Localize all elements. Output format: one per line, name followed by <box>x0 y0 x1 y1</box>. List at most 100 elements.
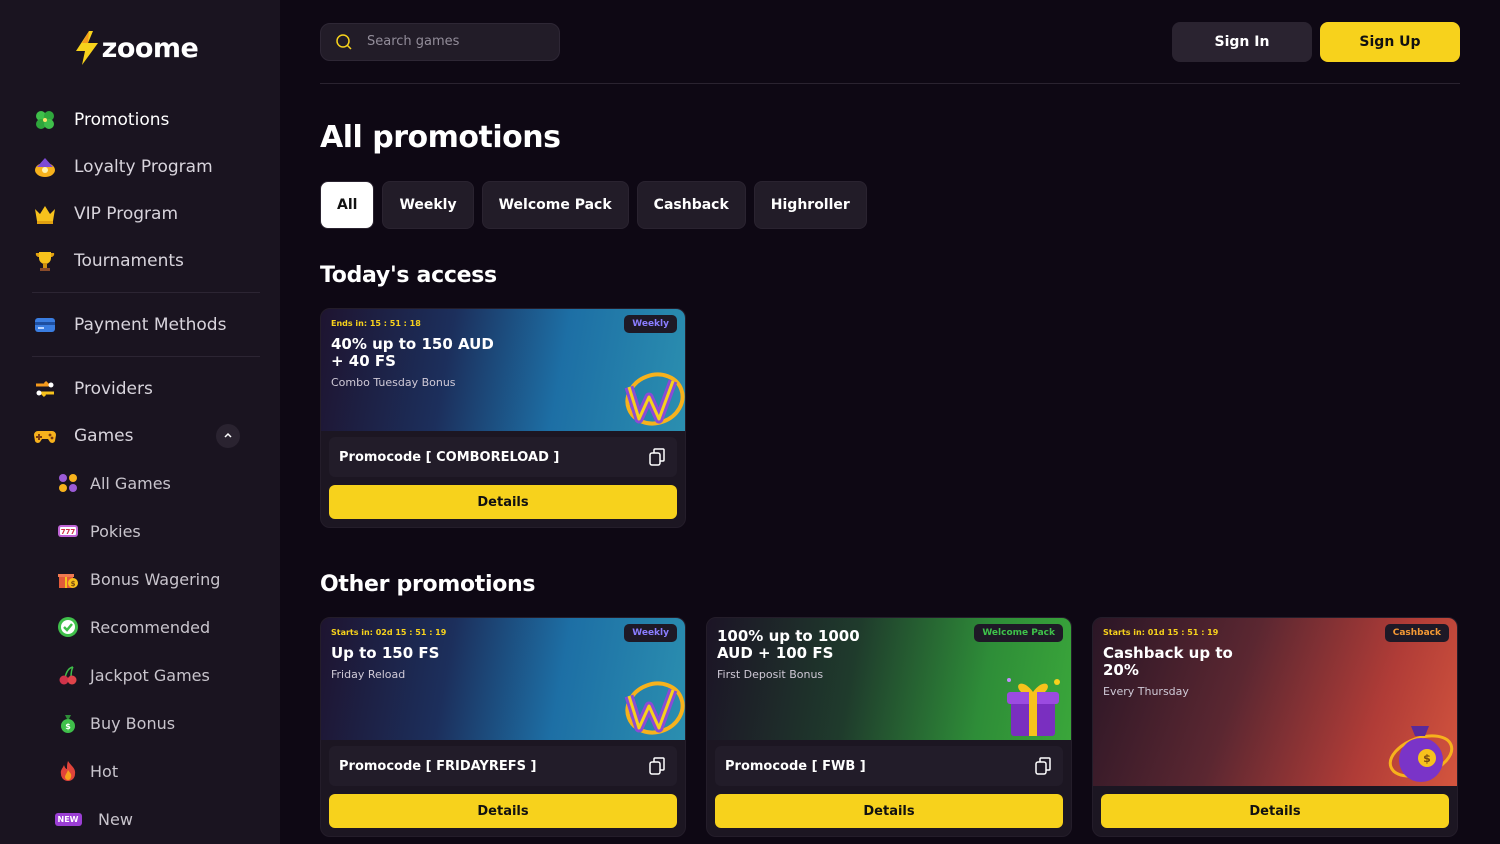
copy-icon[interactable] <box>647 756 667 776</box>
promocode-row[interactable]: Promocode [ FRIDAYREFS ] <box>329 746 677 786</box>
logo[interactable]: zoome <box>32 28 260 68</box>
sidebar: zoome Promotions Loyalty Program VIP Pro… <box>0 0 280 844</box>
sub-label: Hot <box>90 761 119 781</box>
filter-cashback[interactable]: Cashback <box>636 181 746 229</box>
nav-label: VIP Program <box>74 203 179 224</box>
details-button[interactable]: Details <box>329 485 677 519</box>
grid-icon <box>56 471 80 495</box>
copy-icon[interactable] <box>1033 756 1053 776</box>
new-badge: NEW <box>54 812 82 826</box>
nav-label: Promotions <box>74 109 170 130</box>
w-logo-icon <box>624 372 685 426</box>
nav-label: Loyalty Program <box>74 156 213 177</box>
promo-banner: Starts in: 01d 15 : 51 : 19 Cashback Cas… <box>1093 618 1457 786</box>
crown-icon <box>32 201 58 227</box>
details-button[interactable]: Details <box>715 794 1063 828</box>
today-section-title: Today's access <box>320 263 497 288</box>
filter-highroller[interactable]: Highroller <box>753 181 867 229</box>
sub-bonus-wagering[interactable]: $ Bonus Wagering <box>32 555 260 603</box>
svg-text:777: 777 <box>61 528 76 536</box>
auth-buttons: Sign In Sign Up <box>1172 21 1460 62</box>
category-badge: Weekly <box>624 624 677 642</box>
nav-label: Tournaments <box>74 250 184 271</box>
main-content: Sign In Sign Up All promotions All Weekl… <box>280 0 1500 844</box>
logo-text: zoome <box>101 32 199 64</box>
promocode-text: Promocode [ COMBORELOAD ] <box>339 449 560 465</box>
promo-card: Starts in: 02d 15 : 51 : 19 Weekly Up to… <box>320 617 686 837</box>
sub-label: All Games <box>90 473 171 493</box>
promo-title: Up to 150 FS <box>331 644 440 662</box>
details-button[interactable]: Details <box>1101 794 1449 828</box>
sub-label: Recommended <box>90 617 211 637</box>
search-box[interactable] <box>320 22 560 61</box>
slot-icon: 777 <box>56 519 80 543</box>
promocode-row[interactable]: Promocode [ COMBORELOAD ] <box>329 437 677 477</box>
nav-loyalty-program[interactable]: Loyalty Program <box>32 143 260 190</box>
check-icon <box>56 615 80 639</box>
nav-providers[interactable]: Providers <box>32 365 260 412</box>
filter-tabs: All Weekly Welcome Pack Cashback Highrol… <box>320 181 1460 229</box>
clover-icon <box>32 107 58 133</box>
category-badge: Welcome Pack <box>974 624 1063 642</box>
today-cards: Ends in: 15 : 51 : 18 Weekly 40% up to 1… <box>320 308 1460 528</box>
sub-all-games[interactable]: All Games <box>32 459 260 507</box>
fire-icon <box>56 759 80 783</box>
nav-tournaments[interactable]: Tournaments <box>32 237 260 284</box>
promo-card: Ends in: 15 : 51 : 18 Weekly 40% up to 1… <box>320 308 686 528</box>
new-badge-icon: NEW <box>54 807 82 831</box>
promo-card: Welcome Pack 100% up to 1000 AUD + 100 F… <box>706 617 1072 837</box>
promo-subtitle: Every Thursday <box>1103 685 1189 698</box>
promo-banner: Starts in: 02d 15 : 51 : 19 Weekly Up to… <box>321 618 685 740</box>
sub-label: New <box>98 809 133 829</box>
nav-payment-methods[interactable]: Payment Methods <box>32 301 260 348</box>
promo-title: 100% up to 1000 AUD + 100 FS <box>717 627 860 662</box>
sign-in-button[interactable]: Sign In <box>1172 21 1312 62</box>
chevron-up-icon[interactable] <box>216 423 240 448</box>
sub-label: Buy Bonus <box>90 713 176 733</box>
nav-games[interactable]: Games <box>32 412 260 459</box>
promocode-text: Promocode [ FRIDAYREFS ] <box>339 758 537 774</box>
trophy-icon <box>32 248 58 274</box>
app: zoome Promotions Loyalty Program VIP Pro… <box>0 0 1500 844</box>
sub-label: Pokies <box>90 521 141 541</box>
providers-icon <box>32 376 58 402</box>
category-badge: Cashback <box>1384 624 1449 642</box>
lightning-icon <box>75 31 98 65</box>
nav-promotions[interactable]: Promotions <box>32 96 260 143</box>
sub-label: Bonus Wagering <box>90 569 221 589</box>
nav-label: Providers <box>74 378 153 399</box>
sub-pokies[interactable]: 777 Pokies <box>32 507 260 555</box>
page-title: All promotions <box>320 120 561 155</box>
sub-new[interactable]: NEW New <box>32 795 260 843</box>
svg-text:$: $ <box>71 580 76 588</box>
copy-icon[interactable] <box>647 447 667 467</box>
filter-all[interactable]: All <box>320 181 375 229</box>
search-input[interactable] <box>367 34 537 49</box>
money-bag-art-icon: $ <box>1388 726 1454 782</box>
category-badge: Weekly <box>624 315 677 333</box>
filter-weekly[interactable]: Weekly <box>382 181 474 229</box>
sidebar-divider <box>32 292 260 293</box>
other-cards: Starts in: 02d 15 : 51 : 19 Weekly Up to… <box>320 617 1460 837</box>
promo-title: 40% up to 150 AUD + 40 FS <box>331 335 494 370</box>
gift-icon: $ <box>56 567 80 591</box>
svg-text:$: $ <box>1423 752 1431 765</box>
sub-jackpot-games[interactable]: Jackpot Games <box>32 651 260 699</box>
gamepad-icon <box>32 423 58 449</box>
sidebar-divider <box>32 356 260 357</box>
sub-hot[interactable]: Hot <box>32 747 260 795</box>
filter-welcome-pack[interactable]: Welcome Pack <box>481 181 629 229</box>
svg-text:$: $ <box>65 722 71 731</box>
sub-recommended[interactable]: Recommended <box>32 603 260 651</box>
sub-buy-bonus[interactable]: $ Buy Bonus <box>32 699 260 747</box>
sub-label: Jackpot Games <box>90 665 210 685</box>
topbar: Sign In Sign Up <box>320 0 1460 84</box>
promocode-row[interactable]: Promocode [ FWB ] <box>715 746 1063 786</box>
nav-vip-program[interactable]: VIP Program <box>32 190 260 237</box>
gift-box-icon <box>1007 678 1060 736</box>
cherry-icon <box>56 663 80 687</box>
details-button[interactable]: Details <box>329 794 677 828</box>
sign-up-button[interactable]: Sign Up <box>1320 21 1460 62</box>
promo-title: Cashback up to 20% <box>1103 644 1233 679</box>
nav-label: Payment Methods <box>74 314 227 335</box>
